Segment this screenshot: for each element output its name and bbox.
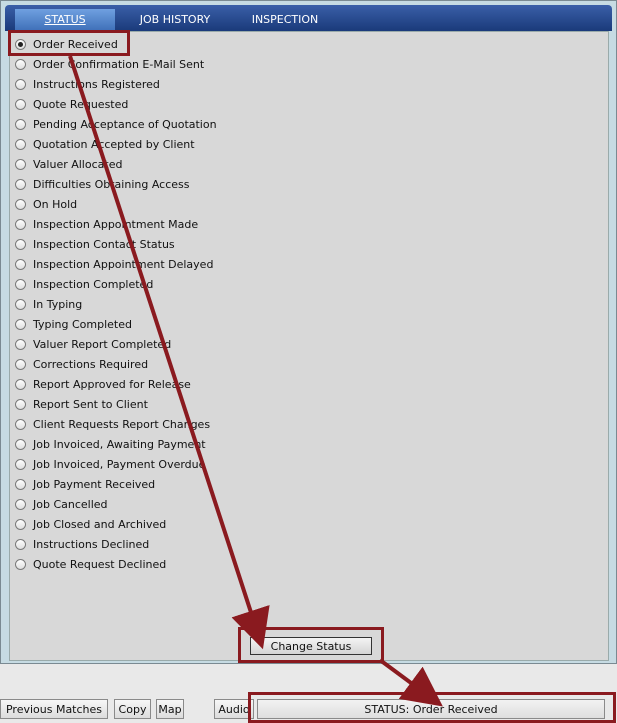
status-option-label: Inspection Appointment Made bbox=[33, 217, 199, 231]
radio-icon[interactable] bbox=[15, 318, 26, 330]
radio-icon[interactable] bbox=[15, 478, 26, 490]
radio-icon[interactable] bbox=[15, 498, 26, 510]
copy-button[interactable]: Copy bbox=[114, 699, 151, 719]
status-option[interactable]: Report Approved for Release bbox=[15, 375, 191, 393]
job-status-window: STATUS JOB HISTORY INSPECTION Order Rece… bbox=[0, 0, 617, 664]
status-option[interactable]: Order Received bbox=[15, 35, 118, 53]
radio-icon[interactable] bbox=[15, 258, 26, 270]
arrow-to-status-display bbox=[378, 658, 443, 707]
status-option[interactable]: Client Requests Report Changes bbox=[15, 415, 210, 433]
radio-icon[interactable] bbox=[15, 438, 26, 450]
radio-icon[interactable] bbox=[15, 78, 26, 90]
status-display: STATUS: Order Received bbox=[257, 699, 605, 719]
tab-job-history[interactable]: JOB HISTORY bbox=[125, 9, 225, 31]
status-options-panel: Order Received Order Confirmation E-Mail … bbox=[9, 31, 609, 661]
status-option[interactable]: Quotation Accepted by Client bbox=[15, 135, 195, 153]
radio-icon[interactable] bbox=[15, 278, 26, 290]
status-option[interactable]: Typing Completed bbox=[15, 315, 132, 333]
status-option-label: Instructions Declined bbox=[33, 537, 150, 551]
status-option[interactable]: Inspection Appointment Delayed bbox=[15, 255, 213, 273]
status-option[interactable]: Instructions Declined bbox=[15, 535, 149, 553]
status-option-label: Quotation Accepted by Client bbox=[33, 137, 195, 151]
status-option-label: Typing Completed bbox=[33, 317, 132, 331]
status-option[interactable]: Job Payment Received bbox=[15, 475, 155, 493]
radio-icon[interactable] bbox=[15, 518, 26, 530]
radio-selected-icon[interactable] bbox=[15, 38, 26, 50]
status-option[interactable]: Valuer Allocated bbox=[15, 155, 122, 173]
radio-icon[interactable] bbox=[15, 298, 26, 310]
status-option-label: Order Received bbox=[33, 37, 118, 51]
radio-icon[interactable] bbox=[15, 218, 26, 230]
status-option-label: Job Closed and Archived bbox=[33, 517, 167, 531]
radio-icon[interactable] bbox=[15, 58, 26, 70]
tab-bar: STATUS JOB HISTORY INSPECTION bbox=[5, 5, 612, 31]
status-option[interactable]: Job Cancelled bbox=[15, 495, 108, 513]
radio-icon[interactable] bbox=[15, 158, 26, 170]
radio-icon[interactable] bbox=[15, 138, 26, 150]
status-option-label: Report Sent to Client bbox=[33, 397, 148, 411]
status-option-label: Inspection Contact Status bbox=[33, 237, 175, 251]
map-button[interactable]: Map bbox=[156, 699, 184, 719]
status-option-label: Client Requests Report Changes bbox=[33, 417, 211, 431]
change-status-button[interactable]: Change Status bbox=[250, 637, 372, 655]
status-option[interactable]: Pending Acceptance of Quotation bbox=[15, 115, 217, 133]
status-option[interactable]: Inspection Completed bbox=[15, 275, 153, 293]
audio-button[interactable]: Audio bbox=[214, 699, 254, 719]
radio-icon[interactable] bbox=[15, 338, 26, 350]
radio-icon[interactable] bbox=[15, 178, 26, 190]
status-option-label: Pending Acceptance of Quotation bbox=[33, 117, 217, 131]
status-option[interactable]: Inspection Appointment Made bbox=[15, 215, 198, 233]
status-option-label: Job Payment Received bbox=[33, 477, 156, 491]
status-option-label: Job Invoiced, Payment Overdue bbox=[33, 457, 206, 471]
radio-icon[interactable] bbox=[15, 378, 26, 390]
radio-icon[interactable] bbox=[15, 118, 26, 130]
status-option[interactable]: Inspection Contact Status bbox=[15, 235, 175, 253]
status-option-label: Instructions Registered bbox=[33, 77, 160, 91]
previous-matches-button[interactable]: Previous Matches bbox=[0, 699, 108, 719]
status-option[interactable]: Job Invoiced, Awaiting Payment bbox=[15, 435, 206, 453]
status-option-label: Corrections Required bbox=[33, 357, 149, 371]
status-option-label: Report Approved for Release bbox=[33, 377, 191, 391]
status-option-label: Inspection Completed bbox=[33, 277, 154, 291]
status-option-label: Job Cancelled bbox=[33, 497, 108, 511]
status-option-label: Quote Requested bbox=[33, 97, 129, 111]
status-option[interactable]: On Hold bbox=[15, 195, 77, 213]
status-option-label: Valuer Allocated bbox=[33, 157, 123, 171]
status-option-label: Order Confirmation E-Mail Sent bbox=[33, 57, 205, 71]
radio-icon[interactable] bbox=[15, 418, 26, 430]
radio-icon[interactable] bbox=[15, 358, 26, 370]
status-option-label: Difficulties Obtaining Access bbox=[33, 177, 190, 191]
status-option[interactable]: Instructions Registered bbox=[15, 75, 160, 93]
radio-icon[interactable] bbox=[15, 458, 26, 470]
tab-inspection[interactable]: INSPECTION bbox=[230, 9, 340, 31]
radio-icon[interactable] bbox=[15, 538, 26, 550]
status-option-label: On Hold bbox=[33, 197, 78, 211]
status-option-label: In Typing bbox=[33, 297, 83, 311]
status-option[interactable]: Job Closed and Archived bbox=[15, 515, 166, 533]
radio-icon[interactable] bbox=[15, 238, 26, 250]
radio-icon[interactable] bbox=[15, 98, 26, 110]
radio-icon[interactable] bbox=[15, 198, 26, 210]
status-option[interactable]: Quote Requested bbox=[15, 95, 128, 113]
radio-icon[interactable] bbox=[15, 398, 26, 410]
status-option-label: Valuer Report Completed bbox=[33, 337, 172, 351]
status-option-label: Job Invoiced, Awaiting Payment bbox=[33, 437, 206, 451]
status-option[interactable]: Report Sent to Client bbox=[15, 395, 148, 413]
status-option[interactable]: Corrections Required bbox=[15, 355, 148, 373]
status-option-label: Inspection Appointment Delayed bbox=[33, 257, 214, 271]
status-option[interactable]: Difficulties Obtaining Access bbox=[15, 175, 190, 193]
status-option[interactable]: Job Invoiced, Payment Overdue bbox=[15, 455, 205, 473]
status-option[interactable]: Quote Request Declined bbox=[15, 555, 166, 573]
status-option[interactable]: Valuer Report Completed bbox=[15, 335, 171, 353]
status-option[interactable]: In Typing bbox=[15, 295, 82, 313]
radio-icon[interactable] bbox=[15, 558, 26, 570]
tab-status[interactable]: STATUS bbox=[15, 9, 115, 31]
status-option-label: Quote Request Declined bbox=[33, 557, 167, 571]
status-option[interactable]: Order Confirmation E-Mail Sent bbox=[15, 55, 204, 73]
